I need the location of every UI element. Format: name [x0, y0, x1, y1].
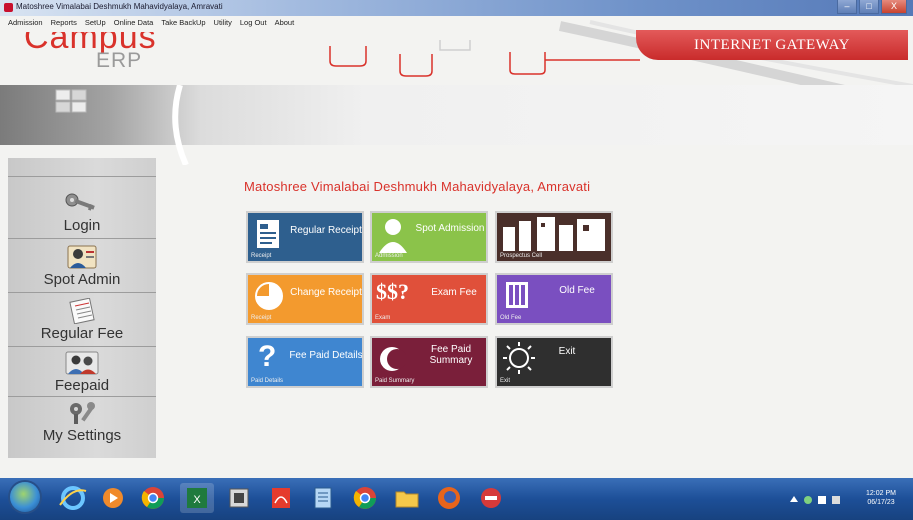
tile-exit[interactable]: Exit Exit [495, 336, 613, 388]
internet-gateway-button[interactable]: INTERNET GATEWAY [636, 30, 908, 60]
sidebar-divider [8, 238, 156, 239]
pie-icon [255, 282, 283, 310]
tile-regular-receipt[interactable]: Regular Receipt Receipt [246, 211, 364, 263]
tile-change-receipt[interactable]: Change Receipt Receipt [246, 273, 364, 325]
sidebar-item-regular-fee[interactable]: Regular Fee [8, 296, 156, 344]
tile-subtitle: Exam [375, 315, 391, 321]
sidebar-item-label: Spot Admin [43, 271, 121, 288]
band-divider [172, 85, 189, 165]
tile-title: Regular Receipt [290, 225, 362, 236]
chrome-icon[interactable] [348, 483, 382, 513]
minimize-button[interactable]: – [837, 0, 857, 14]
firefox-icon[interactable] [432, 483, 466, 513]
tile-subtitle: Paid Details [251, 378, 284, 384]
clock-date: 06/17/23 [867, 499, 895, 506]
flag-icon[interactable] [818, 496, 826, 504]
tile-exam-fee[interactable]: $$? Exam Fee Exam [370, 273, 488, 325]
title-bar: Matoshree Vimalabai Deshmukh Mahavidyala… [0, 0, 913, 16]
folder-icon[interactable] [390, 483, 424, 513]
tile-subtitle: Admission [375, 253, 403, 259]
sidebar-item-label: Feepaid [54, 377, 110, 394]
app-icon [4, 3, 13, 12]
tile-title: Exam Fee [431, 287, 477, 298]
clock-time: 12:02 PM [866, 490, 896, 497]
sidebar-divider [8, 292, 156, 293]
tile-old-fee[interactable]: Old Fee Old Fee [495, 273, 613, 325]
excel-icon[interactable]: X [180, 483, 214, 513]
college-name: Matoshree Vimalabai Deshmukh Mahavidyala… [244, 179, 591, 194]
sidebar: Login Spot Admin Regular Fee Feepaid My … [8, 158, 156, 458]
tile-subtitle: Receipt [251, 253, 272, 259]
users-icon [65, 351, 99, 375]
sun-icon [503, 342, 535, 374]
notepad-icon[interactable] [306, 483, 340, 513]
sidebar-item-label: Login [63, 217, 101, 234]
dollar-icon: $$? [376, 279, 409, 304]
window-controls: – □ X [837, 0, 907, 14]
book-icon [506, 282, 528, 308]
close-button[interactable]: X [881, 0, 907, 14]
question-icon: ? [258, 340, 277, 373]
tile-spot-admission[interactable]: Spot Admission Admission [370, 211, 488, 263]
sidebar-divider [8, 176, 156, 177]
app-icon[interactable] [474, 483, 508, 513]
tile-title: Fee Paid Summary [429, 344, 473, 366]
tile-title: Change Receipt [290, 287, 362, 298]
tile-title: Spot Admission [415, 223, 485, 234]
tile-prospectus-cell[interactable]: Prospectus Cell [495, 211, 613, 263]
network-icon[interactable] [804, 496, 812, 504]
tile-subtitle: Paid Summary [375, 378, 415, 384]
tile-subtitle: Receipt [251, 315, 272, 321]
person-icon [379, 219, 407, 253]
tile-title: Exit [558, 346, 576, 357]
building-icon [503, 217, 605, 251]
sidebar-divider [8, 346, 156, 347]
tile-fee-paid-summary[interactable]: Fee Paid Summary Paid Summary [370, 336, 488, 388]
sidebar-item-label: My Settings [42, 427, 122, 444]
header-band [0, 85, 913, 145]
tile-fee-paid-details[interactable]: ? Fee Paid Details Paid Details [246, 336, 364, 388]
tile-subtitle: Prospectus Cell [500, 253, 543, 259]
tile-title: Old Fee [559, 285, 595, 296]
media-player-icon[interactable] [96, 483, 130, 513]
taskbar-clock[interactable]: 12:02 PM 06/17/23 [866, 489, 896, 507]
show-hidden-icons-icon[interactable] [790, 496, 798, 502]
maximize-button[interactable]: □ [859, 0, 879, 14]
sidebar-item-feepaid[interactable]: Feepaid [8, 348, 156, 396]
sidebar-item-spot-admin[interactable]: Spot Admin [8, 242, 156, 290]
chrome-icon[interactable] [136, 483, 170, 513]
tile-title: Fee Paid Details [289, 350, 363, 361]
svg-text:X: X [193, 494, 201, 506]
logo-erp: ERP [96, 49, 143, 72]
start-button[interactable] [10, 482, 40, 512]
receipt-icon [257, 220, 279, 248]
tile-subtitle: Exit [500, 378, 511, 384]
sidebar-item-label: Regular Fee [40, 325, 124, 342]
install-icon[interactable] [222, 483, 256, 513]
taskbar: X [0, 478, 913, 520]
key-icon [65, 193, 95, 211]
notepad-icon [69, 298, 95, 324]
sidebar-item-my-settings[interactable]: My Settings [8, 398, 156, 446]
tile-subtitle: Old Fee [500, 315, 522, 321]
user-card-icon [67, 245, 97, 269]
sidebar-divider [8, 396, 156, 397]
ie-icon[interactable] [56, 483, 90, 513]
squares-logo-icon [55, 89, 87, 113]
pdf-icon[interactable] [264, 483, 298, 513]
moon-icon [380, 347, 406, 371]
sidebar-item-login[interactable]: Login [8, 188, 156, 236]
system-tray [790, 496, 840, 504]
volume-icon[interactable] [832, 496, 840, 504]
tools-icon [70, 402, 95, 424]
window-title: Matoshree Vimalabai Deshmukh Mahavidyala… [16, 2, 223, 11]
